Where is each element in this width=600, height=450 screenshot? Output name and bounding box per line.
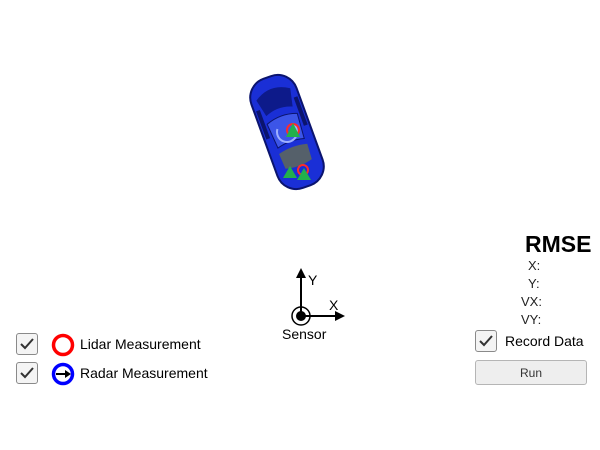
lidar-checkbox[interactable] (16, 333, 38, 355)
axis-x-label: X (329, 297, 339, 313)
rmse-x-label: X: (528, 258, 541, 273)
rmse-vx-label: VX: (521, 294, 542, 309)
radar-checkbox[interactable] (16, 362, 38, 384)
checkmark-icon (20, 338, 34, 350)
radar-label: Radar Measurement (80, 365, 208, 381)
sensor-label: Sensor (282, 326, 327, 342)
run-button[interactable]: Run (475, 360, 587, 385)
axis-y-label: Y (308, 272, 318, 288)
rmse-vy-label: VY: (521, 312, 542, 327)
checkmark-icon (479, 335, 493, 347)
lidar-label: Lidar Measurement (80, 336, 201, 352)
checkmark-icon (20, 367, 34, 379)
blue-circle-arrow-icon (51, 362, 75, 386)
record-data-label: Record Data (505, 333, 584, 349)
red-circle-icon (51, 333, 75, 357)
record-data-checkbox[interactable] (475, 330, 497, 352)
rmse-title: RMSE (525, 231, 592, 257)
rmse-y-label: Y: (528, 276, 540, 291)
